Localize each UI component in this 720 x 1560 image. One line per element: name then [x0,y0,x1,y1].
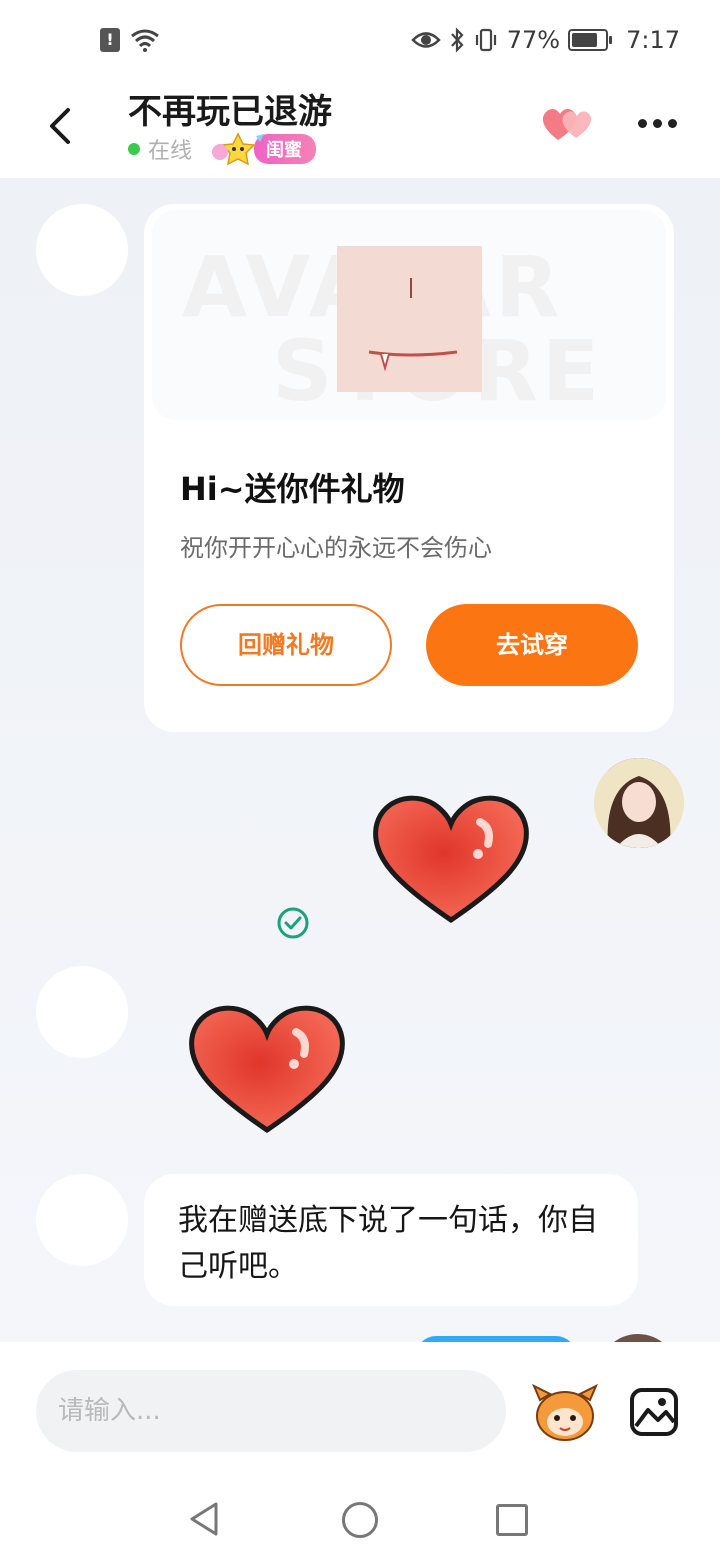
gift-card[interactable]: AVATAR STORE Hi~送你件礼物 祝你开开心心的永远不会伤心 回赠礼物… [144,204,674,732]
read-check-icon [277,907,309,939]
battery-percent: 77% [506,26,561,54]
return-gift-button[interactable]: 回赠礼物 [180,604,392,686]
nav-home-icon[interactable] [342,1502,378,1538]
avatar-photo [594,758,684,848]
nav-recents-icon[interactable] [496,1504,528,1536]
heart-sticker-sent[interactable] [368,788,534,928]
battery-level-fill [572,33,597,47]
gift-description: 祝你开开心心的永远不会伤心 [180,534,492,562]
gift-face-image [337,246,482,392]
try-on-button[interactable]: 去试穿 [426,604,638,686]
online-status: 在线 [148,139,193,164]
friend-avatar[interactable] [36,966,128,1058]
contact-status-row: 在线 闺蜜 [128,132,317,166]
intimacy-hearts-icon[interactable] [538,104,598,144]
friend-avatar[interactable] [36,1174,128,1266]
my-avatar-partial[interactable] [598,1334,678,1342]
text-message-bubble[interactable]: 我在赠送底下说了一句话，你自己听吧。 [144,1174,638,1306]
chat-messages-area[interactable]: AVATAR STORE Hi~送你件礼物 祝你开开心心的永远不会伤心 回赠礼物… [0,178,720,1342]
back-arrow-icon[interactable] [38,102,86,150]
heart-sticker-received[interactable] [184,998,350,1138]
eye-icon [410,32,441,48]
vibrate-icon [475,28,496,52]
nav-back-icon[interactable] [186,1500,224,1538]
more-dot [652,118,662,128]
input-bar [0,1342,720,1476]
status-bar: ! 77% 7:17 [0,0,720,84]
status-right: 77% 7:17 [410,26,680,54]
status-left: ! [100,28,160,52]
more-dot [637,118,647,128]
sim-alert-icon: ! [100,28,120,52]
bluetooth-icon [450,27,464,53]
battery-icon [568,29,613,51]
wifi-icon [131,29,159,52]
system-nav-bar [0,1476,720,1560]
gift-preview: AVATAR STORE [152,210,666,420]
sticker-mascot-icon[interactable] [530,1378,600,1444]
more-dot [667,118,677,128]
online-dot-icon [128,143,140,155]
more-options-button[interactable] [632,110,682,136]
my-avatar[interactable] [594,758,684,848]
gift-title: Hi~送你件礼物 [180,470,405,508]
image-picker-icon[interactable] [628,1386,680,1438]
chat-header: 不再玩已退游 在线 闺蜜 [0,84,720,178]
star-mascot-icon [212,132,265,166]
message-input[interactable] [36,1370,506,1452]
relationship-badge[interactable]: 闺蜜 [210,132,317,166]
clock: 7:17 [626,26,680,54]
contact-name[interactable]: 不再玩已退游 [128,84,332,133]
friend-avatar[interactable] [36,204,128,296]
